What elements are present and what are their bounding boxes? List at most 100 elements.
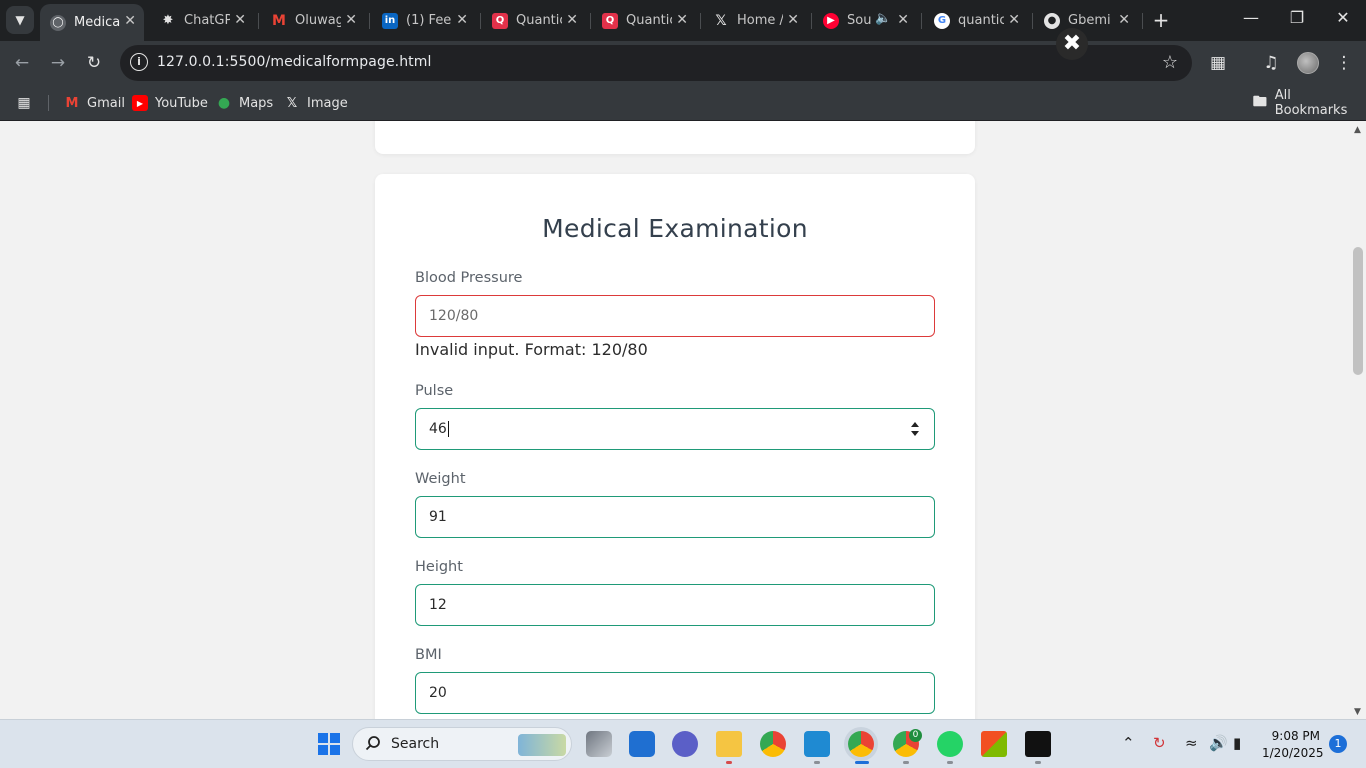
- tab-youtube-music[interactable]: ▶ Sou 🔈 ✕: [813, 0, 917, 41]
- scrollbar-thumb[interactable]: [1353, 247, 1363, 375]
- tab-title: (1) Feed: [406, 13, 452, 28]
- scroll-up-arrow-icon[interactable]: ▲: [1354, 125, 1361, 135]
- microsoft-store-icon[interactable]: [981, 731, 1007, 757]
- new-tab-button[interactable]: +: [1150, 8, 1172, 32]
- chrome-profile-icon[interactable]: [848, 731, 874, 757]
- page-viewport: Medical Examination Blood Pressure 120/8…: [0, 121, 1350, 719]
- running-indicator: [903, 761, 909, 764]
- close-tab-icon[interactable]: ✕: [345, 12, 357, 28]
- clock-time[interactable]: 9:08 PM: [1262, 729, 1320, 743]
- minimize-button[interactable]: —: [1236, 8, 1266, 27]
- close-window-button[interactable]: ✕: [1328, 8, 1358, 27]
- tab-title: Quantic: [626, 13, 672, 28]
- close-tab-icon[interactable]: ✕: [897, 12, 909, 28]
- back-button[interactable]: ←: [10, 51, 34, 75]
- tab-separator: [1032, 13, 1033, 29]
- tab-separator: [811, 13, 812, 29]
- file-explorer-icon[interactable]: [716, 731, 742, 757]
- restore-button[interactable]: ❐: [1282, 8, 1312, 27]
- bookmark-label: Maps: [239, 95, 274, 111]
- bookmark-maps[interactable]: ● Maps: [216, 93, 273, 113]
- tab-quantic-2[interactable]: Q Quantic ✕: [592, 0, 696, 41]
- tab-title: Quantic: [516, 13, 562, 28]
- reload-button[interactable]: ↻: [82, 51, 106, 75]
- overlay-close-icon[interactable]: ✖: [1056, 28, 1088, 60]
- pulse-label: Pulse: [415, 383, 454, 399]
- address-url[interactable]: 127.0.0.1:5500/medicalformpage.html: [157, 54, 432, 70]
- close-tab-icon[interactable]: ✕: [676, 12, 688, 28]
- notification-badge[interactable]: 1: [1329, 735, 1347, 753]
- close-tab-icon[interactable]: ✕: [787, 12, 799, 28]
- forward-button[interactable]: →: [46, 51, 70, 75]
- wifi-icon[interactable]: ≈: [1185, 734, 1198, 752]
- close-tab-icon[interactable]: ✕: [456, 12, 468, 28]
- extensions-icon[interactable]: ▦: [1206, 51, 1230, 75]
- pulse-input[interactable]: 46: [415, 408, 935, 450]
- tray-chevron-up-icon[interactable]: ⌃: [1122, 734, 1135, 752]
- menu-kebab-icon[interactable]: ⋮: [1332, 51, 1356, 75]
- close-tab-icon[interactable]: ✕: [234, 12, 246, 28]
- audio-playing-icon[interactable]: 🔈: [875, 11, 891, 26]
- close-tab-icon[interactable]: ✕: [1008, 12, 1020, 28]
- tab-gmail[interactable]: M Oluwag ✕: [261, 0, 365, 41]
- media-control-icon[interactable]: ♫: [1259, 51, 1283, 75]
- tab-quantic-1[interactable]: Q Quantic ✕: [482, 0, 586, 41]
- tab-separator: [590, 13, 591, 29]
- tab-medical[interactable]: ◯ Medica ✕: [40, 4, 144, 41]
- tab-chatgpt[interactable]: ✸ ChatGP ✕: [150, 0, 254, 41]
- bookmark-image[interactable]: 𝕏 Image: [284, 93, 348, 113]
- clock-date[interactable]: 1/20/2025: [1262, 746, 1324, 760]
- tab-github[interactable]: ● Gbemi ✕: [1034, 0, 1138, 41]
- height-value: 12: [429, 597, 447, 613]
- task-view-icon[interactable]: [586, 731, 612, 757]
- google-icon: G: [934, 12, 950, 29]
- whatsapp-icon[interactable]: [937, 731, 963, 757]
- running-indicator: [947, 761, 953, 764]
- number-spinner-icon[interactable]: [910, 421, 920, 437]
- bookmark-label: Gmail: [87, 95, 125, 111]
- bookmark-gmail[interactable]: M Gmail: [64, 93, 125, 113]
- sync-icon[interactable]: ↻: [1153, 734, 1166, 752]
- height-input[interactable]: 12: [415, 584, 935, 626]
- scroll-down-arrow-icon[interactable]: ▼: [1354, 707, 1361, 717]
- grid-icon: ▦: [17, 95, 31, 111]
- tab-linkedin[interactable]: in (1) Feed ✕: [372, 0, 476, 41]
- battery-icon[interactable]: ▮: [1233, 734, 1241, 752]
- bmi-input[interactable]: 20: [415, 672, 935, 714]
- profile-avatar[interactable]: [1297, 52, 1319, 74]
- quantic-icon: Q: [602, 12, 618, 29]
- apps-grid-icon[interactable]: ▦: [16, 93, 39, 113]
- page-scrollbar[interactable]: ▲ ▼: [1350, 121, 1366, 719]
- search-highlight-icon: [518, 734, 566, 756]
- terminal-app-icon[interactable]: [1025, 731, 1051, 757]
- site-info-icon[interactable]: i: [130, 53, 148, 71]
- volume-icon[interactable]: 🔊: [1209, 734, 1228, 752]
- blood-pressure-input[interactable]: 120/80: [415, 295, 935, 337]
- bookmark-youtube[interactable]: ▶ YouTube: [132, 93, 208, 113]
- tab-google-quantic[interactable]: G quantic ✕: [924, 0, 1028, 41]
- youtube-icon: ▶: [132, 95, 148, 111]
- bmi-value: 20: [429, 685, 447, 701]
- windows-start-icon[interactable]: [316, 731, 342, 757]
- taskbar-search[interactable]: Search: [352, 727, 572, 761]
- close-tab-icon[interactable]: ✕: [1118, 12, 1130, 28]
- chrome-icon[interactable]: [760, 731, 786, 757]
- close-tab-icon[interactable]: ✕: [124, 13, 136, 29]
- active-indicator: [855, 761, 869, 764]
- close-tab-icon[interactable]: ✕: [566, 12, 578, 28]
- weight-input[interactable]: 91: [415, 496, 935, 538]
- youtube-music-icon: ▶: [823, 12, 839, 29]
- all-bookmarks[interactable]: 🖿 All Bookmarks: [1252, 88, 1366, 118]
- gmail-icon: M: [65, 95, 79, 111]
- blood-pressure-error: Invalid input. Format: 120/80: [415, 340, 648, 359]
- gmail-icon: M: [272, 12, 286, 29]
- quantic-icon: Q: [492, 12, 508, 29]
- bookmark-star-icon[interactable]: ☆: [1162, 52, 1178, 73]
- tab-search-button[interactable]: ▼: [6, 6, 34, 34]
- teams-meet-icon[interactable]: [672, 731, 698, 757]
- address-bar[interactable]: i 127.0.0.1:5500/medicalformpage.html ☆: [120, 45, 1192, 81]
- tab-x-home[interactable]: 𝕏 Home / ✕: [703, 0, 807, 41]
- vscode-icon[interactable]: [804, 731, 830, 757]
- blood-pressure-placeholder: 120/80: [429, 308, 479, 324]
- widgets-icon[interactable]: [629, 731, 655, 757]
